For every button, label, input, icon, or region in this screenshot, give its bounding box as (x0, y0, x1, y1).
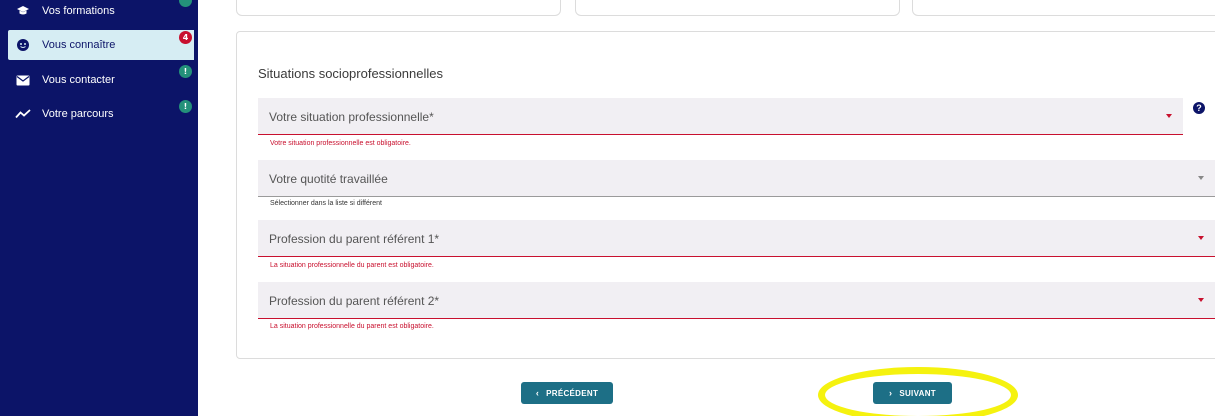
hint-message: Sélectionner dans la liste si différent (270, 200, 382, 207)
sidebar-item-label: Vos formations (42, 5, 115, 17)
dropdown-caret-icon (1198, 236, 1204, 240)
field-label: Votre quotité travaillée (269, 172, 388, 186)
previous-button[interactable]: ‹ PRÉCÉDENT (521, 382, 613, 404)
top-card (236, 0, 561, 16)
sidebar-item-vous-contacter[interactable]: Vous contacter ! (8, 65, 194, 95)
quotite-travaillee-select[interactable]: Votre quotité travaillée (258, 160, 1215, 197)
error-message: La situation professionnelle du parent e… (270, 323, 434, 330)
top-card (912, 0, 1215, 16)
profession-parent-1-select[interactable]: Profession du parent référent 1* (258, 220, 1215, 257)
section-title: Situations socioprofessionnelles (258, 66, 443, 81)
notification-badge: ! (179, 65, 192, 78)
error-message: Votre situation professionnelle est obli… (270, 140, 411, 147)
sidebar-item-vos-formations[interactable]: Vos formations (8, 0, 194, 26)
smiley-face-icon (12, 37, 34, 53)
envelope-icon (12, 72, 34, 88)
sidebar-item-votre-parcours[interactable]: Votre parcours ! (8, 99, 194, 129)
sidebar-item-label: Vous connaître (42, 39, 116, 51)
sidebar: Vos formations Vous connaître 4 Vous con… (0, 0, 198, 416)
field-label: Profession du parent référent 2* (269, 294, 440, 308)
profession-parent-2-select[interactable]: Profession du parent référent 2* (258, 282, 1215, 319)
situation-professionnelle-select[interactable]: Votre situation professionnelle* (258, 98, 1183, 135)
sidebar-item-vous-connaitre[interactable]: Vous connaître 4 (8, 30, 194, 60)
help-icon[interactable]: ? (1193, 102, 1205, 114)
error-message: La situation professionnelle du parent e… (270, 262, 434, 269)
trend-line-icon (12, 106, 34, 122)
notification-badge: 4 (179, 31, 192, 44)
dropdown-caret-icon (1198, 298, 1204, 302)
previous-button-label: PRÉCÉDENT (546, 388, 599, 398)
dropdown-caret-icon (1166, 114, 1172, 118)
chevron-left-icon: ‹ (535, 388, 540, 398)
highlight-annotation (818, 367, 1018, 416)
top-card (575, 0, 900, 16)
dropdown-caret-icon (1198, 176, 1204, 180)
graduation-cap-icon (12, 3, 34, 19)
page: Vos formations Vous connaître 4 Vous con… (0, 0, 1215, 416)
sidebar-item-label: Vous contacter (42, 74, 115, 86)
field-label: Profession du parent référent 1* (269, 232, 440, 246)
notification-badge (179, 0, 192, 7)
sidebar-item-label: Votre parcours (42, 108, 114, 120)
field-label: Votre situation professionnelle* (269, 110, 434, 124)
notification-badge: ! (179, 100, 192, 113)
